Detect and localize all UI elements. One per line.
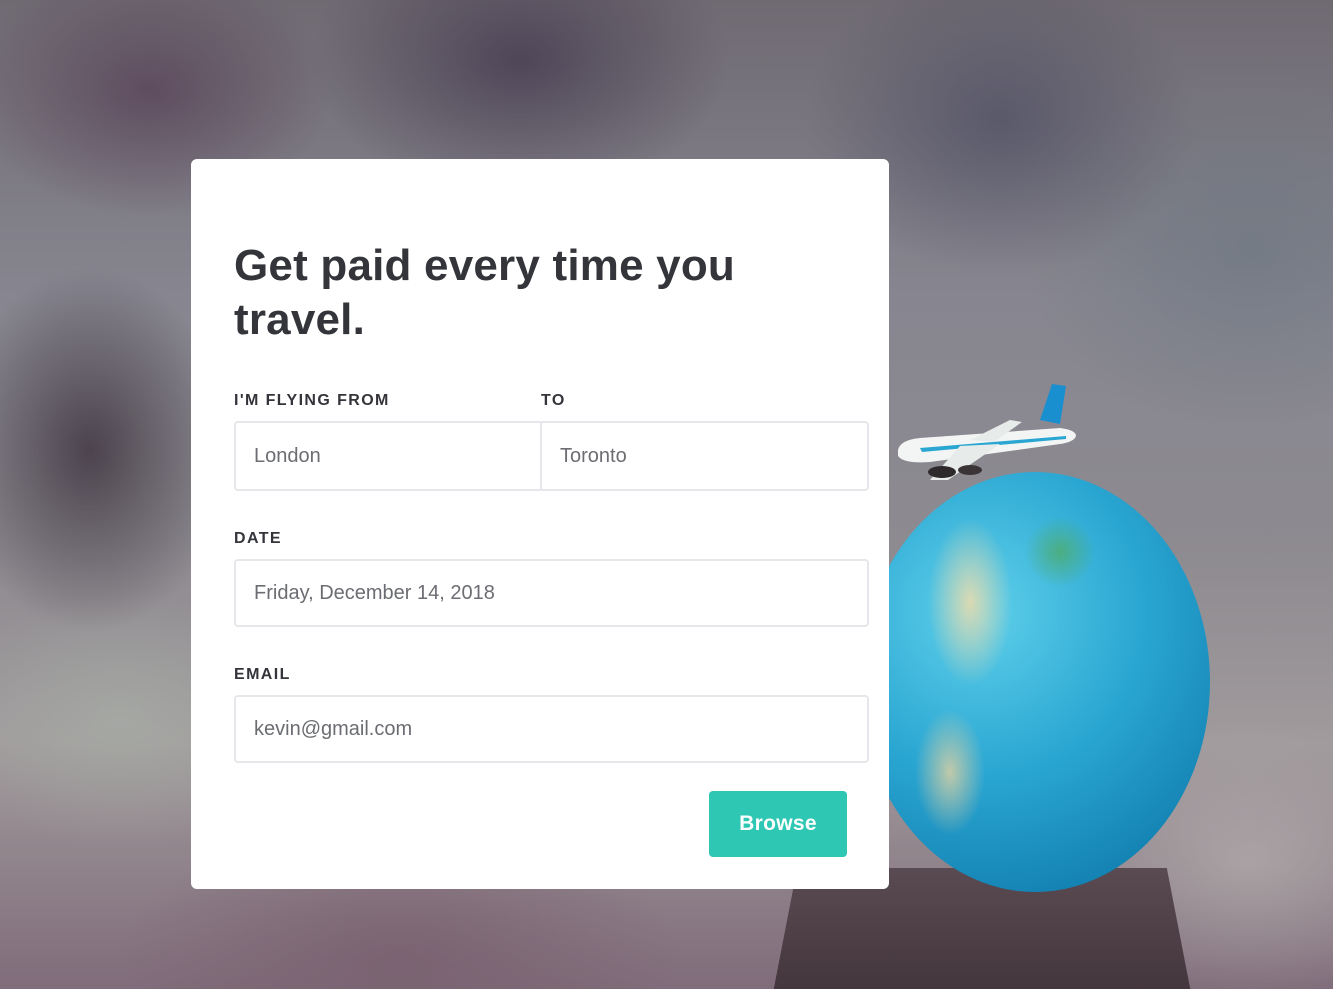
to-label: TO bbox=[541, 392, 566, 409]
globe-image bbox=[860, 472, 1210, 892]
from-input[interactable] bbox=[236, 423, 542, 489]
date-input[interactable] bbox=[234, 559, 869, 627]
browse-button[interactable]: Browse bbox=[709, 791, 847, 857]
signup-card: Get paid every time you travel. I'M FLYI… bbox=[191, 159, 889, 889]
email-input[interactable] bbox=[234, 695, 869, 763]
date-label: DATE bbox=[234, 530, 282, 547]
airplane-icon bbox=[898, 384, 1076, 480]
from-label: I'M FLYING FROM bbox=[234, 392, 390, 409]
route-field-group bbox=[234, 421, 869, 491]
to-input[interactable] bbox=[542, 423, 867, 489]
headline: Get paid every time you travel. bbox=[234, 241, 735, 344]
email-label: EMAIL bbox=[234, 666, 291, 683]
